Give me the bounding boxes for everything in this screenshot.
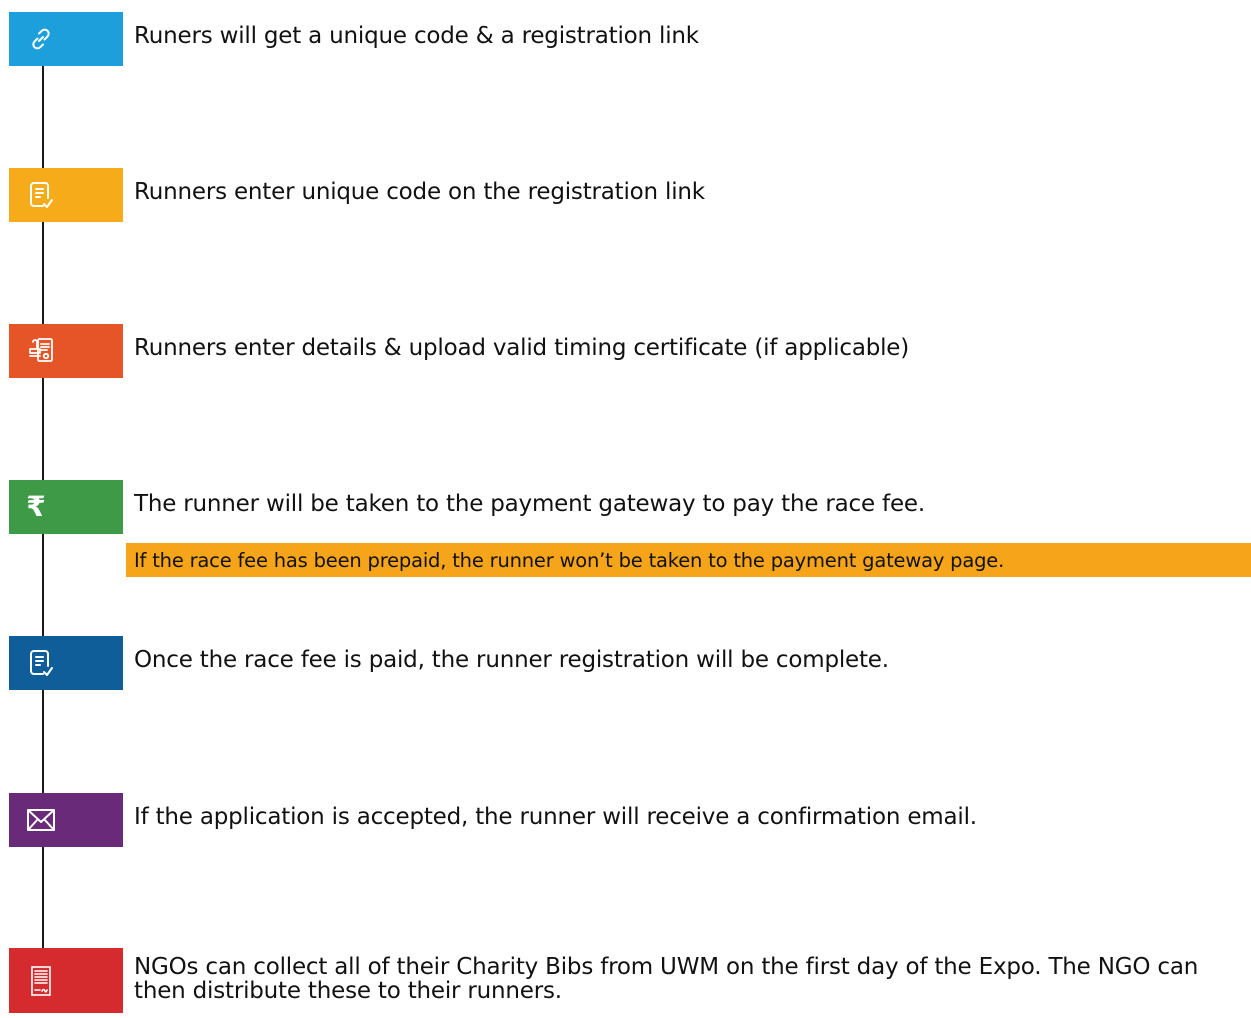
signed-document-icon [30,965,52,997]
step-4-badge: ₹ [9,480,123,534]
step-2: Runners enter unique code on the registr… [0,168,1251,238]
step-1-text: Runers will get a unique code & a regist… [134,23,699,49]
step-2-text: Runners enter unique code on the registr… [134,179,705,205]
step-3-text: Runners enter details & upload valid tim… [134,335,910,361]
document-check-icon [28,180,54,210]
certificate-stamp-icon [27,336,55,366]
step-3-badge [9,324,123,378]
document-check-icon [28,648,54,678]
step-7-badge [9,948,123,1013]
step-5-text: Once the race fee is paid, the runner re… [134,647,889,673]
step-5: Once the race fee is paid, the runner re… [0,636,1251,706]
step-2-badge [9,168,123,222]
step-7-text: NGOs can collect all of their Charity Bi… [134,954,1199,1005]
step-1: Runers will get a unique code & a regist… [0,12,1251,82]
step-4-text: The runner will be taken to the payment … [134,491,925,517]
step-7: NGOs can collect all of their Charity Bi… [0,948,1251,1018]
step-6-text: If the application is accepted, the runn… [134,804,977,830]
step-6: If the application is accepted, the runn… [0,793,1251,863]
link-icon [28,26,54,52]
step-3: Runners enter details & upload valid tim… [0,324,1251,394]
step-1-badge [9,12,123,66]
step-4: ₹ The runner will be taken to the paymen… [0,480,1251,550]
prepaid-note: If the race fee has been prepaid, the ru… [126,543,1251,577]
rupee-icon: ₹ [26,490,46,523]
envelope-icon [26,808,56,832]
step-6-badge [9,793,123,847]
step-5-badge [9,636,123,690]
